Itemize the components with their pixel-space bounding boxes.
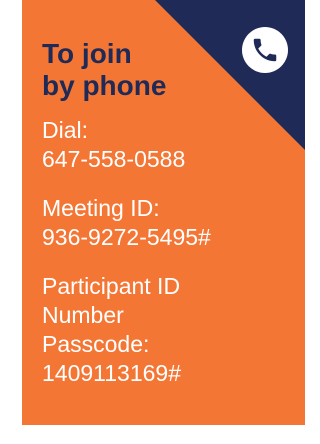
participant-id-label-line-2: Number — [42, 302, 124, 328]
passcode-block: Participant ID Number Passcode: 14091131… — [42, 272, 181, 388]
meeting-id-block: Meeting ID: 936-9272-5495# — [42, 194, 211, 252]
meeting-id-label: Meeting ID: — [42, 195, 160, 221]
meeting-id-value: 936-9272-5495# — [42, 224, 211, 250]
dial-number: 647-558-0588 — [42, 146, 186, 172]
heading-line-1: To join — [42, 38, 132, 69]
passcode-label: Passcode: — [42, 331, 150, 357]
join-by-phone-card: To join by phone Dial: 647-558-0588 Meet… — [22, 0, 305, 425]
passcode-value: 1409113169# — [42, 360, 181, 386]
participant-id-label-line-1: Participant ID — [42, 273, 181, 299]
dial-block: Dial: 647-558-0588 — [42, 116, 185, 174]
heading-line-2: by phone — [42, 70, 167, 101]
heading: To join by phone — [42, 38, 166, 102]
phone-icon — [253, 38, 277, 62]
dial-label: Dial: — [42, 117, 89, 143]
phone-badge — [242, 27, 288, 73]
